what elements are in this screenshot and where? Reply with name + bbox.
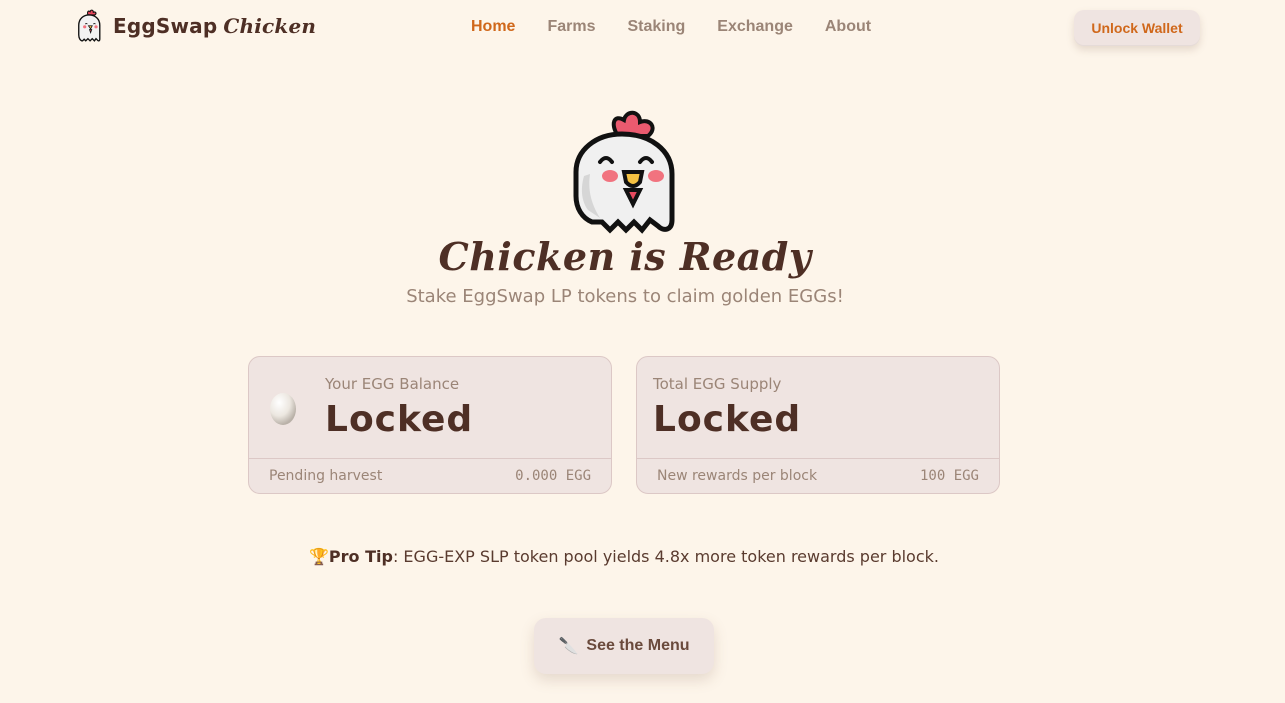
supply-label: Total EGG Supply [653, 375, 782, 393]
brand-name-chicken: Chicken [223, 14, 317, 38]
pro-tip-label: Pro Tip [328, 547, 393, 566]
rewards-per-block-label: New rewards per block [657, 468, 818, 484]
balance-value: Locked [325, 399, 474, 440]
balance-label: Your EGG Balance [325, 375, 460, 393]
pending-harvest-label: Pending harvest [269, 468, 383, 484]
chicken-icon [78, 9, 101, 42]
brand[interactable]: EggSwap Chicken [74, 9, 316, 43]
nav-staking[interactable]: Staking [627, 18, 685, 36]
see-menu-label: See the Menu [586, 637, 690, 654]
hero-subtitle: Stake EggSwap LP tokens to claim golden … [406, 286, 844, 307]
egg-supply-card: Total EGG Supply Locked New rewards per … [636, 356, 1000, 494]
main-nav: Home Farms Staking Exchange About [471, 18, 903, 36]
trophy-icon: 🏆 [309, 547, 329, 566]
nav-exchange[interactable]: Exchange [717, 18, 793, 36]
pending-harvest-value: 0.000 EGG [515, 468, 591, 484]
nav-about[interactable]: About [825, 18, 871, 36]
chicken-icon [573, 110, 675, 234]
supply-value: Locked [653, 399, 802, 440]
egg-balance-card: Your EGG Balance Locked Pending harvest … [248, 356, 612, 494]
pro-tip-text: : EGG-EXP SLP token pool yields 4.8x mor… [392, 547, 939, 566]
balance-footer: Pending harvest 0.000 EGG [249, 458, 611, 493]
knife-icon: 🔪 [558, 638, 579, 655]
unlock-wallet-button[interactable]: Unlock Wallet [1074, 10, 1200, 46]
egg-icon [270, 393, 296, 425]
see-menu-button[interactable]: 🔪 See the Menu [534, 618, 714, 674]
header: EggSwap Chicken Home Farms Staking Exchan… [0, 0, 1285, 56]
brand-name: EggSwap [113, 14, 218, 38]
nav-farms[interactable]: Farms [547, 18, 595, 36]
pro-tip: 🏆Pro Tip: EGG-EXP SLP token pool yields … [0, 547, 1248, 566]
nav-home[interactable]: Home [471, 18, 515, 36]
hero-title: Chicken is Ready [438, 234, 812, 279]
supply-footer: New rewards per block 100 EGG [637, 458, 999, 493]
rewards-per-block-value: 100 EGG [919, 468, 979, 484]
